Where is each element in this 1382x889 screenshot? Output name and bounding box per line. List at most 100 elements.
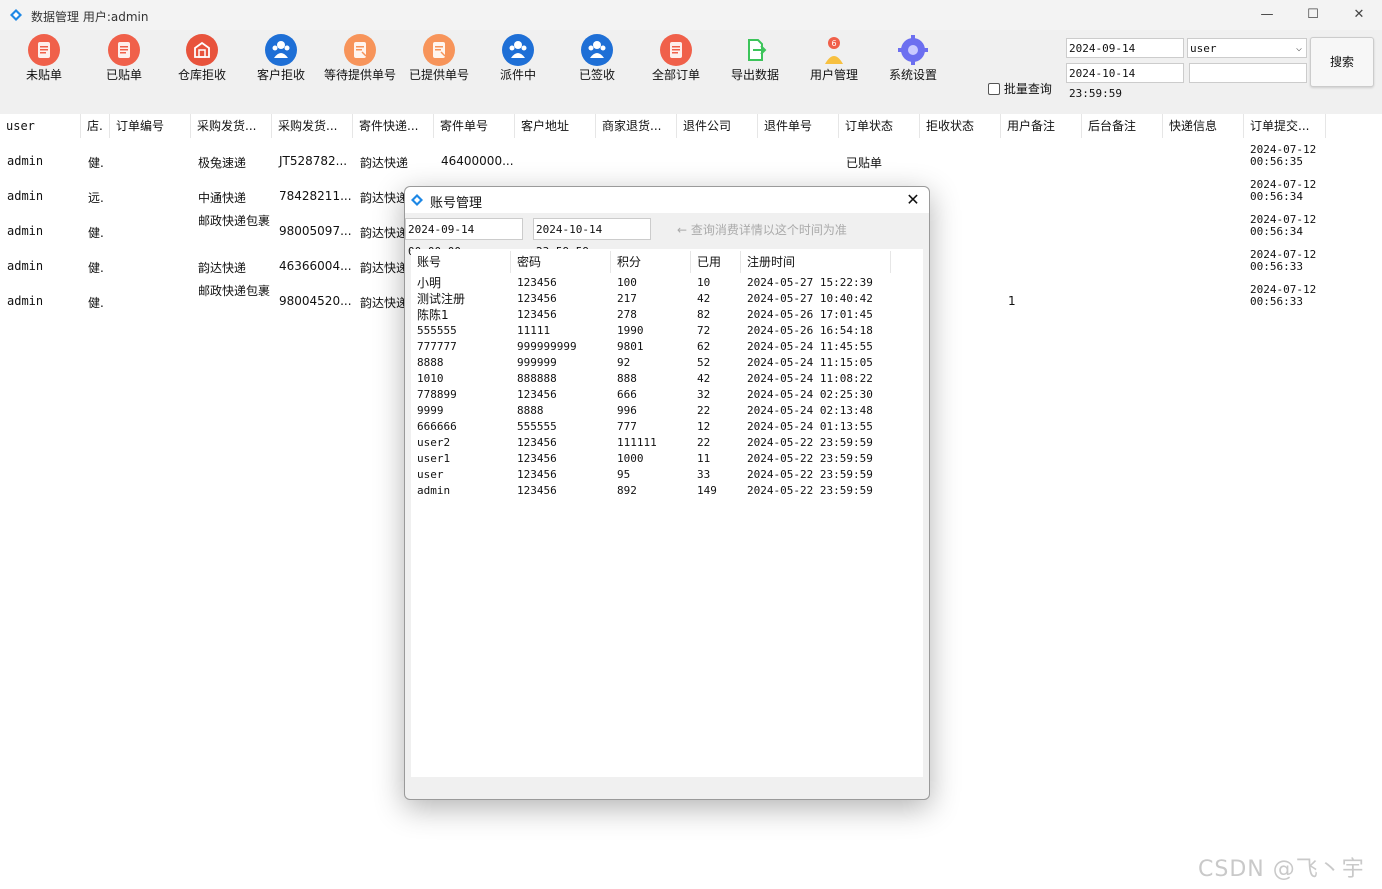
account-cell: user [417,468,444,481]
window-title: 数据管理 用户:admin [31,10,149,24]
account-cell: 32 [697,388,711,401]
account-cell: 555555 [517,420,557,433]
account-cell: 999999 [517,356,557,369]
account-cell: 52 [697,356,711,369]
account-column-header[interactable]: 已用 [691,251,741,273]
toolbar-button-people[interactable]: 派件中 [478,34,558,84]
cell-courier: 极兔速递 [198,156,247,170]
account-cell: 72 [697,324,711,337]
column-header[interactable]: 快递信息 [1163,114,1244,138]
column-header[interactable]: 订单提交... [1244,114,1326,138]
search-button[interactable]: 搜索 [1310,37,1374,87]
cell-courier: 邮政快递包裹 [198,284,271,298]
cell-send-courier: 韵达快递 [360,296,409,310]
account-column-header[interactable]: 注册时间 [741,251,891,273]
account-cell: 92 [617,356,631,369]
toolbar-button-clipboard[interactable]: 未贴单 [4,34,84,84]
list-item[interactable]: 陈陈1 123456 278 82 2024-05-26 17:01:45 [411,307,923,323]
column-header[interactable]: 拒收状态 [920,114,1001,138]
column-header[interactable]: 客户地址 [515,114,596,138]
account-cell: 999999999 [517,340,577,353]
account-cell: 2024-05-27 15:22:39 [747,276,873,289]
account-cell: 777 [617,420,637,433]
account-cell: 777777 [417,340,457,353]
table-row[interactable]: admin 健. 极兔速递 JT528782... 韵达快递 46400000... 已贴单… [0,142,1382,177]
column-header[interactable]: 寄件快递... [353,114,434,138]
list-item[interactable]: admin 123456 892 149 2024-05-22 23:59:59 [411,483,923,499]
list-item[interactable]: user1 123456 1000 11 2024-05-22 23:59:59 [411,451,923,467]
list-item[interactable]: 777777 999999999 9801 62 2024-05-24 11:45:55 [411,339,923,355]
column-header[interactable]: 寄件单号 [434,114,515,138]
dialog-start-date-input[interactable]: 2024-09-14 00:00:00 [405,218,523,258]
dialog-close-button[interactable]: ✕ [901,189,925,211]
account-column-header[interactable]: 密码 [511,251,611,273]
column-header[interactable]: 后台备注 [1082,114,1163,138]
account-cell: 666666 [417,420,457,433]
list-item[interactable]: 测试注册 123456 217 42 2024-05-27 10:40:42 [411,291,923,307]
toolbar-button-clipboard[interactable]: 已贴单 [84,34,164,84]
toolbar-button-people[interactable]: 客户拒收 [241,34,321,84]
toolbar-button-label: 系统设置 [888,68,937,82]
maximize-button[interactable]: ☐ [1290,0,1336,30]
people-icon [581,34,613,66]
account-cell: 2024-05-22 23:59:59 [747,484,873,497]
close-window-button[interactable]: ✕ [1336,0,1382,30]
account-cell: 888 [617,372,637,385]
search-input[interactable] [1189,63,1307,83]
toolbar-button-document[interactable]: 等待提供单号 [320,34,400,84]
toolbar-button-gear[interactable]: 系统设置 [873,34,953,84]
list-item[interactable]: 8888 999999 92 52 2024-05-24 11:15:05 [411,355,923,371]
account-column-header[interactable]: 账号 [411,251,511,273]
column-header[interactable]: 采购发货... [191,114,272,138]
account-cell: 1000 [617,452,644,465]
toolbar-button-export[interactable]: 导出数据 [715,34,795,84]
dialog-end-date-input[interactable]: 2024-10-14 23:59:59 [533,218,651,258]
account-list: 账号 密码 积分 已用 注册时间 小明 123456 100 10 2024-05-27 15:… [411,249,923,777]
column-header[interactable]: 采购发货... [272,114,353,138]
start-date-input[interactable]: 2024-09-14 00:00:00 [1066,38,1184,75]
list-item[interactable]: user 123456 95 33 2024-05-22 23:59:59 [411,467,923,483]
account-column-header[interactable]: 积分 [611,251,691,273]
checkbox-box[interactable] [988,82,1000,95]
column-header[interactable]: 商家退货... [596,114,677,138]
list-item[interactable]: 778899 123456 666 32 2024-05-24 02:25:30 [411,387,923,403]
user-select[interactable]: user ⌵ [1187,38,1307,58]
batch-query-checkbox[interactable]: 批量查询 [988,80,1052,97]
list-item[interactable]: 9999 8888 996 22 2024-05-24 02:13:48 [411,403,923,419]
toolbar-button-warehouse[interactable]: 仓库拒收 [162,34,242,84]
toolbar-button-user[interactable]: 6 用户管理 [794,34,874,84]
column-header[interactable]: 店. [81,114,110,138]
column-header[interactable]: 退件单号 [758,114,839,138]
column-header[interactable]: 退件公司 [677,114,758,138]
minimize-button[interactable]: — [1244,0,1290,30]
list-item[interactable]: 小明 123456 100 10 2024-05-27 15:22:39 [411,275,923,291]
list-item[interactable]: 666666 555555 777 12 2024-05-24 01:13:55 [411,419,923,435]
cell-tracking: JT528782... [279,154,348,168]
toolbar-button-document[interactable]: 已提供单号 [399,34,479,84]
dialog-title: 账号管理 [430,196,483,211]
account-cell: 9999 [417,404,444,417]
toolbar: 未贴单 已贴单 仓库拒收 客户拒收 等待提供单号 已提供单号 派件中 已签收 全部订单 导出数据 6… [0,30,1382,114]
account-cell: 111111 [617,436,657,449]
cell-time: 2024-07-12 00:56:33 [1250,283,1317,308]
account-cell: 33 [697,468,711,481]
column-header[interactable]: user [0,114,81,138]
column-header[interactable]: 订单编号 [110,114,191,138]
list-item[interactable]: 555555 11111 1990 72 2024-05-26 16:54:18 [411,323,923,339]
column-header[interactable]: 订单状态 [839,114,920,138]
warehouse-icon [186,34,218,66]
column-header[interactable]: 用户备注 [1001,114,1082,138]
account-cell: 12 [697,420,711,433]
cell-user: admin [7,154,44,168]
list-item[interactable]: 1010 888888 888 42 2024-05-24 11:08:22 [411,371,923,387]
list-item[interactable]: user2 123456 111111 22 2024-05-22 23:59:59 [411,435,923,451]
end-date-input[interactable]: 2024-10-14 23:59:59 [1066,63,1184,100]
account-cell: 2024-05-22 23:59:59 [747,436,873,449]
clipboard-icon [108,34,140,66]
account-cell: 11 [697,452,711,465]
account-cell: 2024-05-26 17:01:45 [747,308,873,321]
toolbar-button-people[interactable]: 已签收 [557,34,637,84]
document-icon [423,34,455,66]
toolbar-button-clipboard[interactable]: 全部订单 [636,34,716,84]
account-cell: 123456 [517,292,557,305]
